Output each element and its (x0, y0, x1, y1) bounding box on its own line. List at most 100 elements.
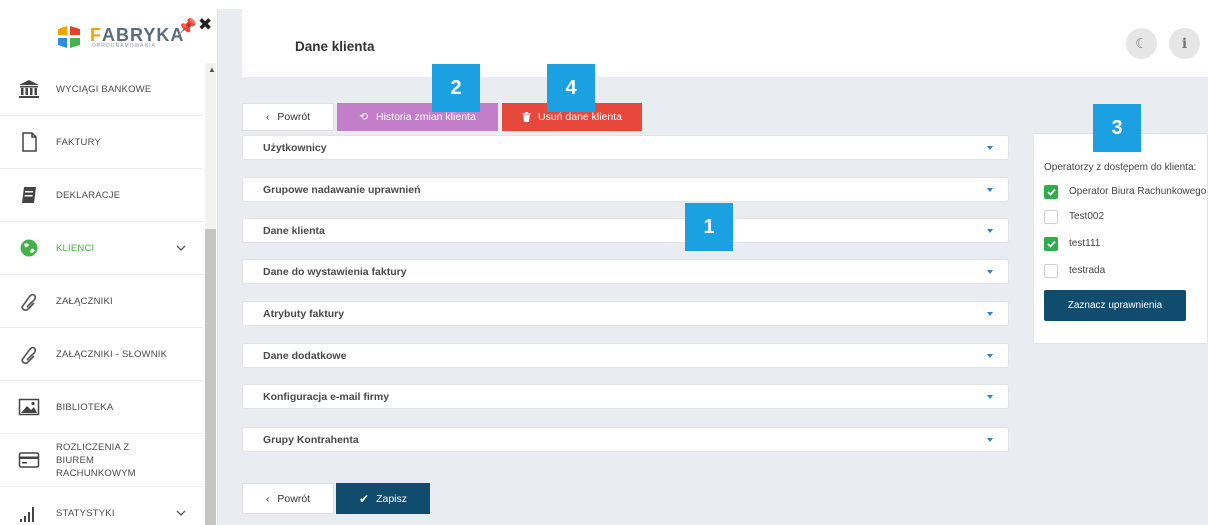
info-icon: i (1181, 35, 1188, 52)
chevron-left-icon: ‹ (265, 111, 270, 123)
chevron-down-icon (176, 510, 186, 516)
close-icon[interactable]: ✖ (198, 15, 212, 35)
history-icon: ⟲ (359, 111, 368, 123)
moon-icon: ☾ (1135, 35, 1148, 51)
sidebar-item-faktury[interactable]: FAKTURY (0, 116, 203, 169)
caret-down-icon (987, 270, 993, 274)
declaration-icon (22, 187, 36, 203)
sidebar-item-label: ZAŁĄCZNIKI - SŁOWNIK (56, 348, 168, 360)
operator-name: Test002 (1069, 211, 1105, 222)
caret-down-icon (987, 438, 993, 442)
scrollbar-thumb[interactable] (205, 229, 216, 525)
sidebar-item-label: WYCIĄGI BANKOWE (56, 83, 152, 95)
section-dane-klienta[interactable]: Dane klienta (242, 218, 1009, 243)
sidebar-item-rozliczenia[interactable]: ROZLICZENIA Z BIUREM RACHUNKOWYM (0, 434, 203, 487)
document-icon (22, 132, 37, 152)
paperclip-icon (21, 346, 37, 364)
logo: FABRYKA OPROGRAMOWANIA 📌 ✖ (0, 9, 217, 63)
back-button-label: Powrót (277, 111, 311, 123)
section-title: Użytkownicy (263, 142, 327, 154)
dark-mode-button[interactable]: ☾ (1126, 28, 1157, 59)
sidebar-item-label: ROZLICZENIA Z BIUREM RACHUNKOWYM (56, 441, 136, 479)
top-bar (0, 0, 1208, 9)
page-title: Dane klienta (295, 39, 375, 54)
section-title: Konfiguracja e-mail firmy (263, 391, 390, 403)
caret-down-icon (987, 188, 993, 192)
section-dane-dodatkowe[interactable]: Dane dodatkowe (242, 343, 1009, 368)
operator-row[interactable]: testrada (1044, 263, 1105, 278)
globe-icon (20, 239, 38, 257)
sidebar-item-zalaczniki[interactable]: ZAŁĄCZNIKI (0, 275, 203, 328)
sidebar-item-label: BIBLIOTEKA (56, 401, 114, 413)
sidebar: FABRYKA OPROGRAMOWANIA 📌 ✖ ▲ WYCIĄGI BAN… (0, 9, 218, 525)
operators-heading: Operatorzy z dostępem do klienta: (1044, 162, 1197, 173)
sidebar-item-label: KLIENCI (56, 242, 95, 254)
sidebar-item-label: STATYSTYKI (56, 507, 115, 519)
logo-icon (58, 26, 80, 48)
trash-icon (522, 112, 531, 122)
operator-name: testrada (1069, 265, 1106, 276)
brand-subtitle: OPROGRAMOWANIA (92, 43, 156, 49)
callout-badge-1: 1 (685, 203, 733, 251)
delete-button-label: Usuń dane klienta (537, 111, 623, 123)
back-button[interactable]: ‹ Powrót (242, 103, 334, 131)
check-icon (1046, 188, 1056, 196)
caret-down-icon (987, 146, 993, 150)
section-title: Grupowe nadawanie uprawnień (263, 184, 421, 196)
sidebar-item-klienci[interactable]: KLIENCI (0, 222, 203, 275)
operators-panel: Operatorzy z dostępem do klienta: Operat… (1033, 133, 1208, 344)
section-dane-faktury[interactable]: Dane do wystawienia faktury (242, 259, 1009, 284)
save-button[interactable]: ✔ Zapisz (336, 483, 430, 514)
sidebar-item-label: ZAŁĄCZNIKI (56, 295, 113, 307)
set-permissions-button[interactable]: Zaznacz uprawnienia (1044, 290, 1186, 321)
paperclip-icon (21, 293, 37, 311)
bar-chart-icon (20, 507, 34, 522)
sidebar-item-label: DEKLARACJE (56, 189, 121, 201)
operator-row[interactable]: test111 (1044, 236, 1100, 251)
check-icon (1046, 240, 1056, 248)
section-title: Dane klienta (263, 225, 325, 237)
checkbox-unchecked[interactable] (1044, 263, 1058, 278)
sidebar-item-statystyki[interactable]: STATYSTYKI (0, 487, 203, 525)
section-konfiguracja-email[interactable]: Konfiguracja e-mail firmy (242, 384, 1009, 409)
chevron-left-icon: ‹ (265, 492, 270, 505)
sidebar-item-deklaracje[interactable]: DEKLARACJE (0, 169, 203, 222)
caret-down-icon (987, 229, 993, 233)
section-atrybuty-faktury[interactable]: Atrybuty faktury (242, 301, 1009, 326)
section-uzytkownicy[interactable]: Użytkownicy (242, 135, 1009, 160)
bank-icon (19, 80, 39, 98)
sidebar-item-label: FAKTURY (56, 136, 102, 148)
checkbox-unchecked[interactable] (1044, 209, 1058, 224)
credit-card-icon (18, 452, 40, 468)
sidebar-item-biblioteka[interactable]: BIBLIOTEKA (0, 381, 203, 434)
operator-name: Operator Biura Rachunkowego (1069, 186, 1207, 197)
section-grupowe-nadawanie[interactable]: Grupowe nadawanie uprawnień (242, 177, 1009, 202)
sidebar-item-zalaczniki-slownik[interactable]: ZAŁĄCZNIKI - SŁOWNIK (0, 328, 203, 381)
operator-row[interactable]: Test002 (1044, 209, 1104, 224)
callout-badge-3: 3 (1093, 104, 1141, 152)
operator-row[interactable]: Operator Biura Rachunkowego (1044, 184, 1206, 199)
pin-icon[interactable]: 📌 (177, 17, 197, 37)
caret-down-icon (987, 395, 993, 399)
sidebar-item-wyciagi-bankowe[interactable]: WYCIĄGI BANKOWE (0, 63, 203, 116)
section-title: Dane dodatkowe (263, 350, 347, 362)
checkbox-checked[interactable] (1044, 236, 1058, 251)
callout-badge-4: 4 (547, 64, 595, 112)
caret-down-icon (987, 312, 993, 316)
image-icon (18, 398, 40, 416)
scroll-up-arrow-icon[interactable]: ▲ (208, 65, 216, 74)
operator-name: test111 (1069, 238, 1101, 249)
check-icon: ✔ (359, 491, 370, 506)
save-button-label: Zapisz (376, 492, 407, 505)
page-header: Dane klienta ☾ i (242, 9, 1208, 77)
info-button[interactable]: i (1169, 28, 1200, 59)
back-button-label: Powrót (277, 492, 311, 505)
back-button-bottom[interactable]: ‹ Powrót (242, 483, 334, 514)
caret-down-icon (987, 354, 993, 358)
checkbox-checked[interactable] (1044, 184, 1058, 199)
section-grupy-kontrahenta[interactable]: Grupy Kontrahenta (242, 427, 1009, 452)
section-title: Dane do wystawienia faktury (263, 266, 407, 278)
section-title: Atrybuty faktury (263, 308, 345, 320)
section-title: Grupy Kontrahenta (263, 434, 359, 446)
history-button-label: Historia zmian klienta (376, 111, 476, 123)
